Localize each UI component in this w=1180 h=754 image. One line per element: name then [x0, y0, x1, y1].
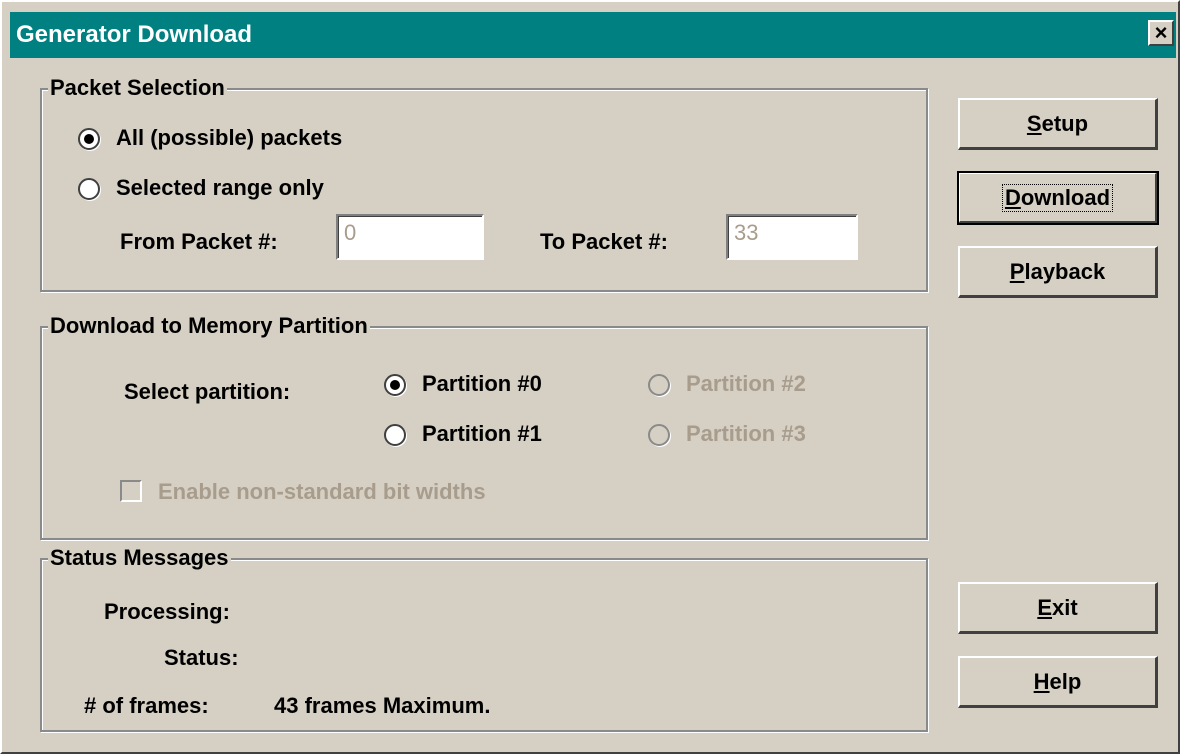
- exit-mnemonic: E: [1037, 594, 1052, 620]
- to-packet-label: To Packet #:: [540, 229, 668, 254]
- selected-range-radio[interactable]: [78, 178, 100, 200]
- playback-label: layback: [1024, 258, 1106, 284]
- help-mnemonic: H: [1033, 668, 1050, 694]
- generator-download-dialog: Generator Download × Packet Selection Al…: [0, 0, 1180, 754]
- partition-0-label[interactable]: Partition #0: [422, 370, 542, 398]
- partition-2-radio: [648, 374, 670, 396]
- nonstandard-bit-widths-label: Enable non-standard bit widths: [158, 479, 486, 504]
- partition-1-radio[interactable]: [384, 424, 406, 446]
- all-packets-label[interactable]: All (possible) packets: [116, 124, 342, 152]
- partition-3-radio: [648, 424, 670, 446]
- select-partition-label: Select partition:: [124, 379, 291, 404]
- partition-2-label: Partition #2: [686, 371, 806, 396]
- download-label: ownload: [1020, 184, 1111, 210]
- from-packet-input[interactable]: 0: [336, 214, 484, 260]
- all-packets-radio[interactable]: [78, 128, 100, 150]
- processing-label: Processing:: [104, 599, 230, 624]
- status-label: Status:: [164, 645, 239, 670]
- frames-value: 43 frames Maximum.: [274, 693, 491, 718]
- setup-button[interactable]: Setup: [958, 98, 1158, 150]
- help-button[interactable]: Help: [958, 656, 1158, 708]
- memory-partition-label: Download to Memory Partition: [48, 312, 370, 340]
- window-title: Generator Download: [16, 21, 253, 48]
- download-button[interactable]: Download: [957, 171, 1159, 225]
- download-mnemonic: D: [1004, 184, 1021, 210]
- frames-label: # of frames:: [84, 693, 209, 718]
- close-button[interactable]: ×: [1148, 20, 1174, 46]
- from-packet-label: From Packet #:: [120, 229, 278, 254]
- partition-1-label[interactable]: Partition #1: [422, 420, 542, 448]
- playback-button[interactable]: Playback: [958, 246, 1158, 298]
- exit-label: xit: [1052, 594, 1078, 620]
- partition-3-label: Partition #3: [686, 421, 806, 446]
- packet-selection-label: Packet Selection: [48, 74, 227, 102]
- playback-mnemonic: P: [1009, 258, 1025, 284]
- setup-label: etup: [1041, 110, 1089, 136]
- help-label: elp: [1049, 668, 1082, 694]
- download-focus: Download: [1001, 183, 1114, 212]
- close-icon: ×: [1154, 20, 1168, 45]
- nonstandard-bit-widths-checkbox: [120, 480, 142, 502]
- setup-mnemonic: S: [1026, 110, 1042, 136]
- selected-range-label[interactable]: Selected range only: [116, 174, 324, 202]
- title-bar[interactable]: Generator Download ×: [10, 12, 1176, 58]
- partition-0-radio[interactable]: [384, 374, 406, 396]
- status-messages-label: Status Messages: [48, 544, 231, 572]
- to-packet-input[interactable]: 33: [726, 214, 858, 260]
- exit-button[interactable]: Exit: [958, 582, 1158, 634]
